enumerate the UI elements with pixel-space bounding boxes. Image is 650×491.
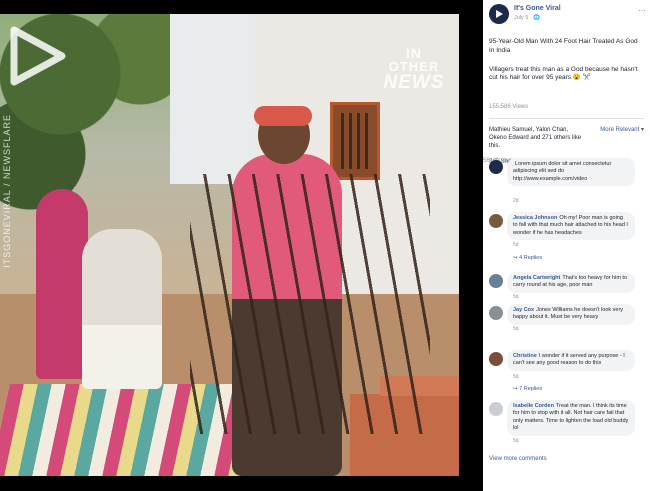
view-count: 155,586 Views (489, 104, 529, 111)
page-avatar[interactable] (489, 4, 509, 24)
comment-bubble: Angela Cartwright That's too heavy for hi… (507, 272, 635, 293)
commenter-name[interactable]: Jay Cox (513, 307, 534, 313)
post-text: Villagers treat this man as a God becaus… (489, 65, 638, 82)
comment-bubble: Jay Cox Jones Williams he doesn't look ve… (507, 304, 635, 325)
commenter-name[interactable]: Jessica Johnson (513, 215, 557, 221)
comment-text: Lorem ipsum dolor sit amet consectetur a… (513, 161, 612, 182)
watermark-line3: NEWS (383, 72, 445, 93)
comment-time[interactable]: 5d (513, 438, 519, 444)
post-title: 95-Year-Old Man With 24 Foot Hair Treate… (489, 38, 638, 54)
play-icon (496, 10, 503, 18)
sort-comments-button[interactable]: More Relevant ▾ (600, 126, 644, 134)
video-frame[interactable]: ITSGONEVIRAL / NEWSFLARE IN OTHER NEWS (0, 14, 459, 476)
woman-figure (36, 189, 88, 379)
turban (254, 106, 312, 126)
watermark-line1: IN (406, 45, 422, 61)
viewer: ITSGONEVIRAL / NEWSFLARE IN OTHER NEWS I… (0, 0, 650, 491)
comment-time[interactable]: 5d (513, 242, 519, 248)
comment-bubble: Christine I wonder if it served any purpo… (507, 350, 635, 371)
long-hair (190, 174, 430, 434)
comment-bubble: Jessica Johnson Oh my! Poor man is going … (507, 212, 635, 241)
commenter-avatar[interactable] (489, 352, 503, 366)
side-credit: ITSGONEVIRAL / NEWSFLARE (2, 114, 12, 268)
divider (489, 118, 644, 120)
replies-link[interactable]: ↪ 7 Replies (513, 386, 542, 392)
commenter-avatar[interactable] (489, 274, 503, 288)
commenter-avatar[interactable] (489, 214, 503, 228)
commenter-name[interactable]: Angela Cartwright (513, 275, 560, 281)
comment-time[interactable]: 5d (513, 294, 519, 300)
commenter-avatar[interactable] (489, 160, 503, 174)
comment-bubble: Lorem ipsum dolor sit amet consectetur a… (507, 158, 635, 187)
likes-text[interactable]: Mathieu Samuel, Yalon Chan, Okeno Edward… (489, 127, 581, 149)
watermark-logo: IN OTHER NEWS (378, 46, 450, 92)
play-logo-icon (10, 26, 66, 86)
globe-icon: 🌐 (533, 15, 541, 21)
commenter-name[interactable]: Isabelle Corden (513, 403, 554, 409)
post-date-text: July 5 (514, 15, 529, 21)
post-date[interactable]: July 5 · 🌐 (514, 15, 540, 21)
elder-figure (82, 229, 162, 389)
more-options-icon[interactable]: ··· (638, 6, 646, 15)
house-window (330, 102, 380, 180)
comment-time[interactable]: 5d (513, 326, 519, 332)
view-more-comments-link[interactable]: View more comments (489, 456, 547, 462)
post-header: It's Gone Viral July 5 · 🌐 ··· (483, 0, 650, 26)
commenter-name[interactable]: Christine (513, 353, 537, 359)
comment-time[interactable]: 2d (513, 198, 519, 204)
replies-link[interactable]: ↪ 4 Replies (513, 255, 542, 261)
commenter-avatar[interactable] (489, 306, 503, 320)
page-name-link[interactable]: It's Gone Viral (514, 5, 561, 12)
comment-time[interactable]: 5d (513, 374, 519, 380)
post-panel: It's Gone Viral July 5 · 🌐 ··· 95-Year-O… (483, 0, 650, 491)
commenter-avatar[interactable] (489, 402, 503, 416)
comment-bubble: Isabelle Corden Treat the man. I think it… (507, 400, 635, 436)
likes-summary: Mathieu Samuel, Yalon Chan, Okeno Edward… (489, 126, 644, 150)
